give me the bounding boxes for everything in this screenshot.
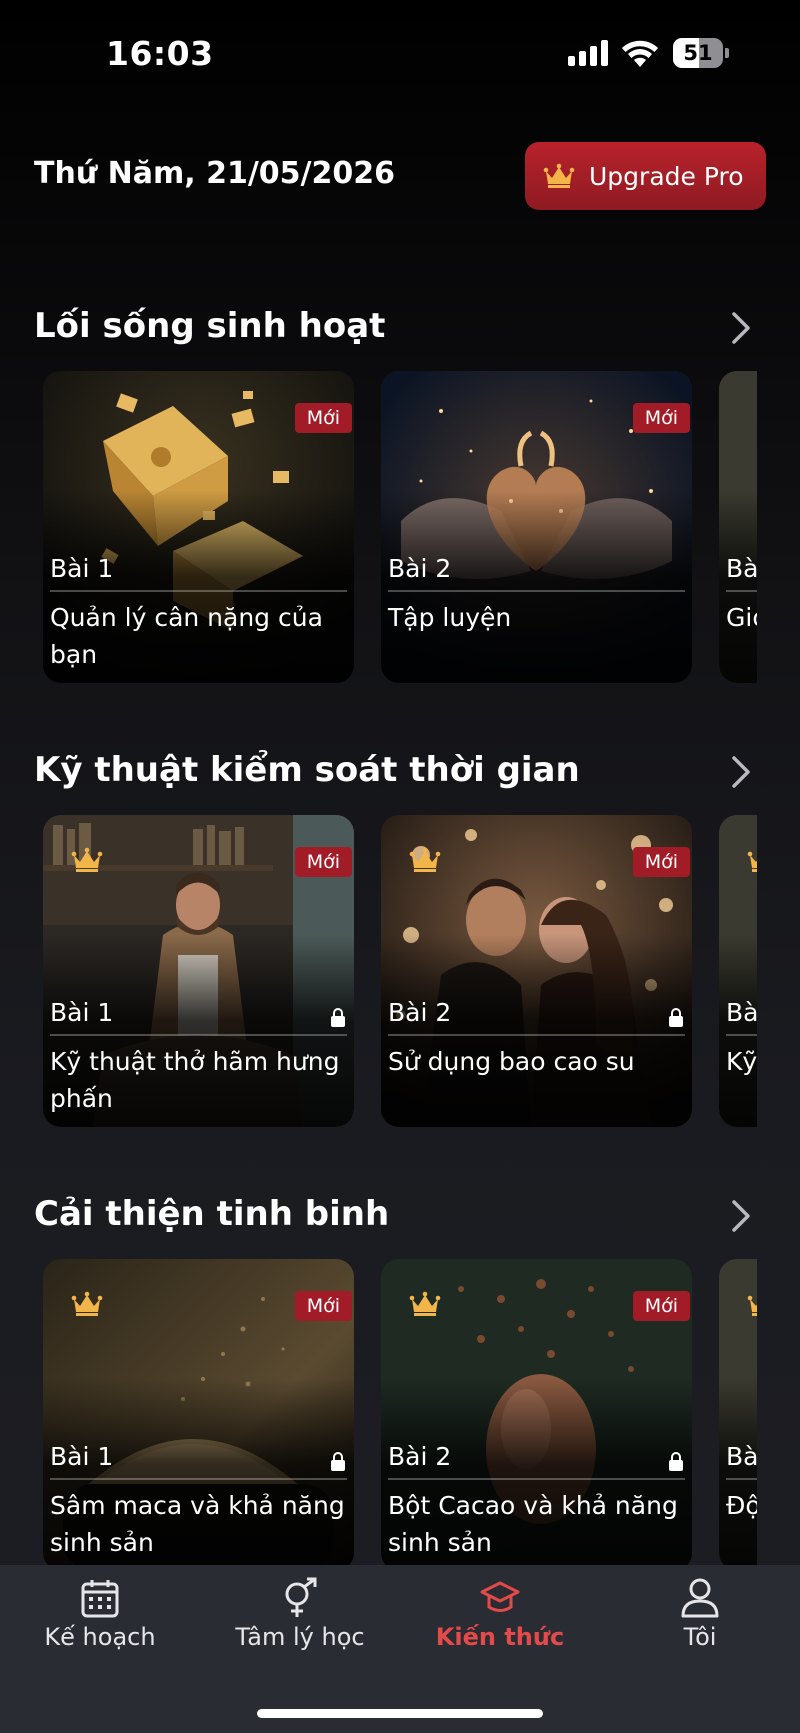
chevron-right-icon[interactable] [726,752,756,792]
card-divider [726,590,757,592]
lesson-card[interactable]: Mới Bài 1 Quản lý cân nặng của bạn [43,371,354,683]
upgrade-pro-button[interactable]: Upgrade Pro [525,142,766,210]
lesson-card[interactable]: Bà Kỹ kíc [719,815,757,1127]
lock-icon [669,1008,683,1027]
tab-me[interactable]: Tôi [600,1565,800,1675]
card-divider [50,590,347,592]
battery-icon: 51 [673,38,729,68]
chevron-right-icon[interactable] [726,1196,756,1236]
lesson-card[interactable]: Mới Bài 2 Tập luyện [381,371,692,683]
lesson-number: Bà [726,998,757,1027]
tab-knowledge-label: Kiến thức [435,1623,565,1651]
new-badge: Mới [632,1291,690,1321]
card-divider [388,1478,685,1480]
card-carousel[interactable]: Mới Bài 1 Sâm maca và khả năng sinh sản Mới… [43,1259,757,1571]
lesson-title: Sử dụng bao cao su [388,1047,635,1076]
lesson-card[interactable]: Mới Bài 2 Bột Cacao và khả năng sinh sản [381,1259,692,1571]
lesson-number: Bài 1 [50,998,114,1027]
card-carousel[interactable]: Mới Bài 1 Kỹ thuật thở hãm hưng phấn Mới Bài… [43,815,757,1127]
card-divider [726,1478,757,1480]
battery-level: 51 [683,41,713,65]
lesson-title: Độ sin [726,1491,757,1520]
crown-icon [747,851,757,872]
lock-icon [331,1452,345,1471]
tab-knowledge[interactable]: Kiến thức [400,1565,600,1675]
calendar-icon [81,1580,119,1618]
lesson-card[interactable]: Bà Độ sin [719,1259,757,1571]
tab-psychology[interactable]: Tâm lý học [200,1565,400,1675]
lock-icon [669,1452,683,1471]
crown-icon [71,1291,103,1316]
lesson-title: Kỹ kíc [726,1047,757,1076]
lesson-title: Tập luyện [388,603,512,632]
crown-icon [409,847,441,872]
lesson-number: Bài 2 [388,554,452,583]
card-divider [50,1478,347,1480]
graduation-cap-icon [480,1581,520,1612]
tab-me-label: Tôi [683,1623,717,1651]
card-divider [726,1034,757,1036]
lesson-card[interactable]: Mới Bài 1 Kỹ thuật thở hãm hưng phấn [43,815,354,1127]
section-title: Lối sống sinh hoạt [34,306,386,346]
lesson-card[interactable]: Mới Bài 2 Sử dụng bao cao su [381,815,692,1127]
new-badge: Mới [294,1291,352,1321]
lesson-title: Sâm maca và khả năng sinh sản [50,1491,345,1557]
lesson-number: Bài 2 [388,1442,452,1471]
tab-plan-label: Kế hoạch [44,1623,156,1651]
lesson-card[interactable]: Bà Gio bạ [719,371,757,683]
chevron-right-icon[interactable] [726,308,756,348]
tab-plan[interactable]: Kế hoạch [0,1565,200,1675]
lesson-number: Bà [726,1442,757,1471]
lock-icon [331,1008,345,1027]
card-divider [388,1034,685,1036]
lesson-title: Bột Cacao và khả năng sinh sản [388,1491,678,1557]
card-carousel[interactable]: Mới Bài 1 Quản lý cân nặng của bạn Mới Bài 2… [43,371,757,683]
status-bar: 16:03 51 [0,0,800,110]
crown-icon [543,163,575,188]
current-date: Thứ Năm, 21/05/2026 [34,156,395,191]
lesson-number: Bài 2 [388,998,452,1027]
card-divider [388,590,685,592]
lesson-title: Gio bạ [726,603,757,632]
lesson-title: Kỹ thuật thở hãm hưng phấn [50,1047,340,1113]
section-title: Cải thiện tinh binh [34,1194,390,1234]
section-title: Kỹ thuật kiểm soát thời gian [34,750,580,790]
crown-icon [747,1295,757,1316]
lesson-title: Quản lý cân nặng của bạn [50,603,323,669]
lesson-card[interactable]: Mới Bài 1 Sâm maca và khả năng sinh sản [43,1259,354,1571]
new-badge: Mới [632,847,690,877]
lesson-number: Bài 1 [50,1442,114,1471]
wifi-icon [622,40,658,67]
crown-icon [71,847,103,872]
lesson-number: Bà [726,554,757,583]
cellular-signal-icon [568,40,610,66]
new-badge: Mới [294,403,352,433]
gender-icon [285,1577,317,1617]
home-indicator [257,1709,543,1718]
tab-psychology-label: Tâm lý học [235,1623,365,1651]
card-divider [50,1034,347,1036]
new-badge: Mới [632,403,690,433]
lesson-number: Bài 1 [50,554,114,583]
status-time: 16:03 [106,34,214,73]
new-badge: Mới [294,847,352,877]
bottom-tab-bar: Kế hoạch Tâm lý học Kiến thức Tôi [0,1565,800,1733]
crown-icon [409,1291,441,1316]
user-icon [681,1578,719,1618]
upgrade-pro-label: Upgrade Pro [589,161,744,191]
